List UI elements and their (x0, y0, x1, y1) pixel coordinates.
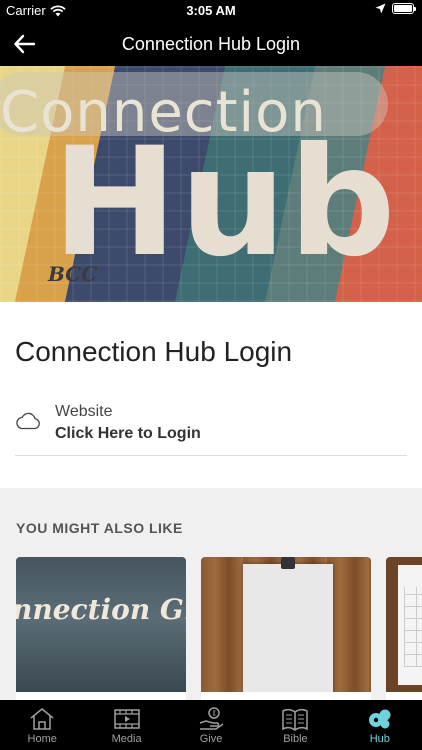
page-title: Connection Hub Login (15, 336, 293, 367)
status-bar: Carrier 3:05 AM (0, 0, 422, 22)
main-content[interactable]: Connection Hub BCC Connection Hub Login … (0, 66, 422, 700)
website-label: Website (55, 403, 113, 420)
tab-give-label: Give (199, 733, 223, 745)
tab-media[interactable]: Media (84, 700, 168, 750)
give-icon (199, 707, 224, 730)
nav-title: Connection Hub Login (121, 34, 301, 54)
tab-give[interactable]: Give (169, 700, 253, 750)
related-thumb-3 (386, 557, 422, 692)
related-carousel[interactable]: nnection Gro (0, 557, 422, 700)
tab-bible-label: Bible (283, 733, 308, 745)
calendar-icon (398, 565, 422, 685)
related-heading: YOU MIGHT ALSO LIKE (16, 520, 183, 536)
login-link[interactable]: Click Here to Login (55, 425, 407, 443)
binder-clip-icon (281, 557, 295, 569)
tab-hub-label: Hub (369, 733, 390, 745)
status-right (375, 3, 416, 14)
tab-bar: Home Media Give Bible Hub (0, 700, 422, 750)
cloud-icon (16, 412, 40, 430)
tab-bible[interactable]: Bible (253, 700, 337, 750)
related-item-1[interactable]: nnection Gro (16, 557, 186, 700)
related-item-3[interactable] (386, 557, 422, 700)
hero-image: Connection Hub BCC (0, 66, 422, 302)
related-thumb-2 (201, 557, 371, 692)
bible-icon (282, 708, 309, 731)
tab-home-label: Home (27, 733, 57, 745)
media-icon (113, 709, 140, 729)
location-arrow-icon (375, 3, 386, 14)
tab-home[interactable]: Home (0, 700, 84, 750)
home-icon (30, 708, 54, 730)
tab-media-label: Media (111, 733, 142, 745)
login-card: Connection Hub Login Website Click Here … (0, 302, 422, 488)
status-time: 3:05 AM (186, 3, 236, 18)
related-thumb-1: nnection Gro (16, 557, 186, 692)
nav-bar: Connection Hub Login (0, 22, 422, 66)
website-link-row[interactable]: Website Click Here to Login (15, 390, 407, 456)
battery-icon (392, 3, 416, 14)
hub-icon (368, 709, 391, 729)
related-item-2[interactable] (201, 557, 371, 700)
tab-hub[interactable]: Hub (338, 700, 422, 750)
related-thumb-1-text: nnection Gro (16, 593, 186, 626)
hero-big-text: Hub (52, 116, 398, 290)
related-thumb-2-paper (243, 564, 333, 692)
hero-tag-text: BCC (48, 262, 98, 286)
